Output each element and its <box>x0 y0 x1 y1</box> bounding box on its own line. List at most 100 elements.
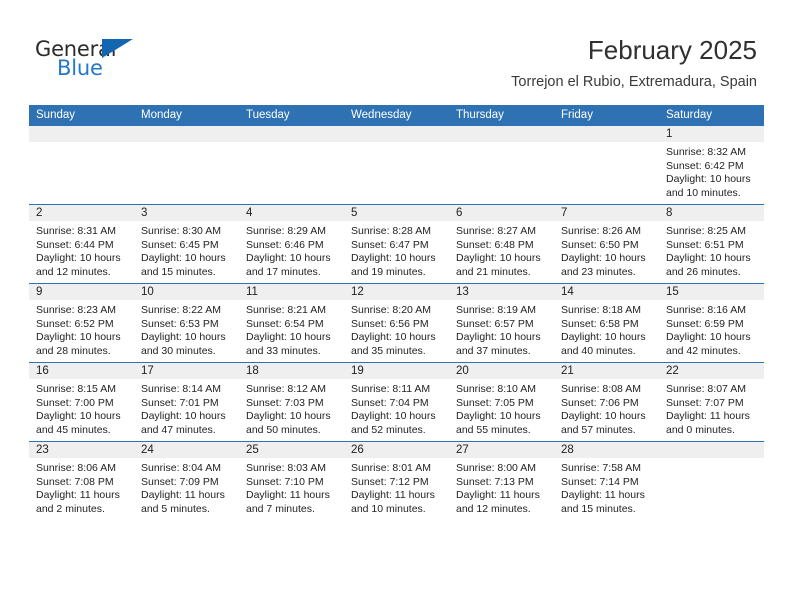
sunrise-text: Sunrise: 7:58 AM <box>561 462 641 474</box>
sunset-text: Sunset: 6:48 PM <box>456 238 534 251</box>
day-details: Sunrise: 8:18 AM Sunset: 6:58 PM Daylight:… <box>554 300 659 358</box>
general-blue-logo[interactable]: General Blue <box>35 38 155 86</box>
calendar-day-cell[interactable]: 22 Sunrise: 8:07 AM Sunset: 7:07 PM Dayligh… <box>659 362 764 442</box>
daylight-text: Daylight: 10 hours and 17 minutes. <box>246 252 331 278</box>
day-number: 1 <box>659 126 764 142</box>
daylight-text: Daylight: 10 hours and 23 minutes. <box>561 252 646 278</box>
calendar-day-cell[interactable]: 6 Sunrise: 8:27 AM Sunset: 6:48 PM Daylight… <box>449 204 554 284</box>
day-number: 25 <box>239 442 344 458</box>
daylight-text: Daylight: 11 hours and 0 minutes. <box>666 410 750 436</box>
calendar-day-cell-empty <box>449 126 554 205</box>
day-details: Sunrise: 8:23 AM Sunset: 6:52 PM Daylight:… <box>29 300 134 358</box>
triangle-icon <box>102 39 133 58</box>
calendar-day-cell[interactable]: 10 Sunrise: 8:22 AM Sunset: 6:53 PM Dayligh… <box>134 283 239 363</box>
calendar-day-cell[interactable]: 28 Sunrise: 7:58 AM Sunset: 7:14 PM Dayligh… <box>554 441 659 520</box>
day-details: Sunrise: 8:30 AM Sunset: 6:45 PM Daylight:… <box>134 221 239 279</box>
day-details: Sunrise: 8:07 AM Sunset: 7:07 PM Daylight:… <box>659 379 764 437</box>
day-number <box>344 126 449 142</box>
calendar-day-cell[interactable]: 1 Sunrise: 8:32 AM Sunset: 6:42 PM Daylight… <box>659 126 764 205</box>
daylight-text: Daylight: 10 hours and 10 minutes. <box>666 173 751 199</box>
day-details: Sunrise: 8:21 AM Sunset: 6:54 PM Daylight:… <box>239 300 344 358</box>
daylight-text: Daylight: 10 hours and 37 minutes. <box>456 331 541 357</box>
day-details: Sunrise: 8:27 AM Sunset: 6:48 PM Daylight:… <box>449 221 554 279</box>
calendar-day-cell[interactable]: 16 Sunrise: 8:15 AM Sunset: 7:00 PM Dayligh… <box>29 362 134 442</box>
daylight-text: Daylight: 10 hours and 47 minutes. <box>141 410 226 436</box>
calendar-grid: Sunday Monday Tuesday Wednesday Thursday Frid… <box>29 105 764 520</box>
calendar-day-cell[interactable]: 9 Sunrise: 8:23 AM Sunset: 6:52 PM Daylight… <box>29 283 134 363</box>
calendar-day-cell[interactable]: 27 Sunrise: 8:00 AM Sunset: 7:13 PM Dayligh… <box>449 441 554 520</box>
calendar-day-cell[interactable]: 8 Sunrise: 8:25 AM Sunset: 6:51 PM Daylight… <box>659 204 764 284</box>
day-number: 8 <box>659 205 764 221</box>
calendar-day-cell[interactable]: 17 Sunrise: 8:14 AM Sunset: 7:01 PM Dayligh… <box>134 362 239 442</box>
calendar-day-cell[interactable]: 13 Sunrise: 8:19 AM Sunset: 6:57 PM Dayligh… <box>449 283 554 363</box>
day-number: 6 <box>449 205 554 221</box>
sunrise-text: Sunrise: 8:15 AM <box>36 383 116 395</box>
sunset-text: Sunset: 6:54 PM <box>246 317 324 330</box>
calendar-day-cell[interactable]: 24 Sunrise: 8:04 AM Sunset: 7:09 PM Dayligh… <box>134 441 239 520</box>
page-header: General Blue February 2025 Torrejon el R… <box>0 0 792 100</box>
day-details: Sunrise: 8:04 AM Sunset: 7:09 PM Daylight:… <box>134 458 239 516</box>
day-number: 3 <box>134 205 239 221</box>
daylight-text: Daylight: 10 hours and 52 minutes. <box>351 410 436 436</box>
calendar-day-cell[interactable]: 12 Sunrise: 8:20 AM Sunset: 6:56 PM Dayligh… <box>344 283 449 363</box>
daylight-text: Daylight: 10 hours and 50 minutes. <box>246 410 331 436</box>
calendar-day-cell[interactable]: 26 Sunrise: 8:01 AM Sunset: 7:12 PM Dayligh… <box>344 441 449 520</box>
sunset-text: Sunset: 7:13 PM <box>456 475 534 488</box>
sunrise-text: Sunrise: 8:01 AM <box>351 462 431 474</box>
day-details: Sunrise: 8:06 AM Sunset: 7:08 PM Daylight:… <box>29 458 134 516</box>
day-details: Sunrise: 8:15 AM Sunset: 7:00 PM Daylight:… <box>29 379 134 437</box>
daylight-text: Daylight: 10 hours and 15 minutes. <box>141 252 226 278</box>
calendar-day-cell[interactable]: 20 Sunrise: 8:10 AM Sunset: 7:05 PM Dayligh… <box>449 362 554 442</box>
daylight-text: Daylight: 10 hours and 21 minutes. <box>456 252 541 278</box>
calendar-day-cell[interactable]: 2 Sunrise: 8:31 AM Sunset: 6:44 PM Daylight… <box>29 204 134 284</box>
day-details: Sunrise: 8:32 AM Sunset: 6:42 PM Daylight:… <box>659 142 764 200</box>
logo-text-blue: Blue <box>57 56 103 80</box>
sunset-text: Sunset: 6:47 PM <box>351 238 429 251</box>
sunrise-text: Sunrise: 8:16 AM <box>666 304 746 316</box>
calendar-day-cell[interactable]: 7 Sunrise: 8:26 AM Sunset: 6:50 PM Daylight… <box>554 204 659 284</box>
calendar-day-cell-empty <box>134 126 239 205</box>
daylight-text: Daylight: 10 hours and 26 minutes. <box>666 252 751 278</box>
daylight-text: Daylight: 11 hours and 7 minutes. <box>246 489 330 515</box>
sunset-text: Sunset: 7:12 PM <box>351 475 429 488</box>
daylight-text: Daylight: 10 hours and 35 minutes. <box>351 331 436 357</box>
calendar-day-cell[interactable]: 19 Sunrise: 8:11 AM Sunset: 7:04 PM Dayligh… <box>344 362 449 442</box>
calendar-week-row: 16 Sunrise: 8:15 AM Sunset: 7:00 PM Dayligh… <box>29 362 764 442</box>
day-number: 28 <box>554 442 659 458</box>
day-details: Sunrise: 8:22 AM Sunset: 6:53 PM Daylight:… <box>134 300 239 358</box>
calendar-day-cell[interactable]: 25 Sunrise: 8:03 AM Sunset: 7:10 PM Dayligh… <box>239 441 344 520</box>
sunrise-text: Sunrise: 8:30 AM <box>141 225 221 237</box>
calendar-day-cell-empty <box>29 126 134 205</box>
calendar-day-cell[interactable]: 5 Sunrise: 8:28 AM Sunset: 6:47 PM Daylight… <box>344 204 449 284</box>
sunset-text: Sunset: 6:51 PM <box>666 238 744 251</box>
day-number: 21 <box>554 363 659 379</box>
calendar-page: General Blue February 2025 Torrejon el R… <box>0 0 792 612</box>
calendar-day-cell[interactable]: 15 Sunrise: 8:16 AM Sunset: 6:59 PM Dayligh… <box>659 283 764 363</box>
sunrise-text: Sunrise: 8:14 AM <box>141 383 221 395</box>
day-number <box>239 126 344 142</box>
day-details: Sunrise: 8:10 AM Sunset: 7:05 PM Daylight:… <box>449 379 554 437</box>
calendar-day-cell[interactable]: 4 Sunrise: 8:29 AM Sunset: 6:46 PM Daylight… <box>239 204 344 284</box>
day-number: 13 <box>449 284 554 300</box>
calendar-day-cell[interactable]: 14 Sunrise: 8:18 AM Sunset: 6:58 PM Dayligh… <box>554 283 659 363</box>
daylight-text: Daylight: 10 hours and 30 minutes. <box>141 331 226 357</box>
sunrise-text: Sunrise: 8:23 AM <box>36 304 116 316</box>
calendar-day-cell[interactable]: 11 Sunrise: 8:21 AM Sunset: 6:54 PM Dayligh… <box>239 283 344 363</box>
sunset-text: Sunset: 7:03 PM <box>246 396 324 409</box>
sunrise-text: Sunrise: 8:25 AM <box>666 225 746 237</box>
daylight-text: Daylight: 11 hours and 15 minutes. <box>561 489 645 515</box>
day-details: Sunrise: 8:19 AM Sunset: 6:57 PM Daylight:… <box>449 300 554 358</box>
calendar-day-cell[interactable]: 23 Sunrise: 8:06 AM Sunset: 7:08 PM Dayligh… <box>29 441 134 520</box>
sunrise-text: Sunrise: 8:12 AM <box>246 383 326 395</box>
calendar-week-row: 2 Sunrise: 8:31 AM Sunset: 6:44 PM Daylight… <box>29 204 764 284</box>
day-details: Sunrise: 8:28 AM Sunset: 6:47 PM Daylight:… <box>344 221 449 279</box>
calendar-day-cell[interactable]: 3 Sunrise: 8:30 AM Sunset: 6:45 PM Daylight… <box>134 204 239 284</box>
sunrise-text: Sunrise: 8:10 AM <box>456 383 536 395</box>
daylight-text: Daylight: 10 hours and 55 minutes. <box>456 410 541 436</box>
day-details: Sunrise: 8:16 AM Sunset: 6:59 PM Daylight:… <box>659 300 764 358</box>
sunset-text: Sunset: 6:56 PM <box>351 317 429 330</box>
day-number: 2 <box>29 205 134 221</box>
calendar-day-cell[interactable]: 21 Sunrise: 8:08 AM Sunset: 7:06 PM Dayligh… <box>554 362 659 442</box>
day-details: Sunrise: 8:29 AM Sunset: 6:46 PM Daylight:… <box>239 221 344 279</box>
calendar-day-cell[interactable]: 18 Sunrise: 8:12 AM Sunset: 7:03 PM Dayligh… <box>239 362 344 442</box>
